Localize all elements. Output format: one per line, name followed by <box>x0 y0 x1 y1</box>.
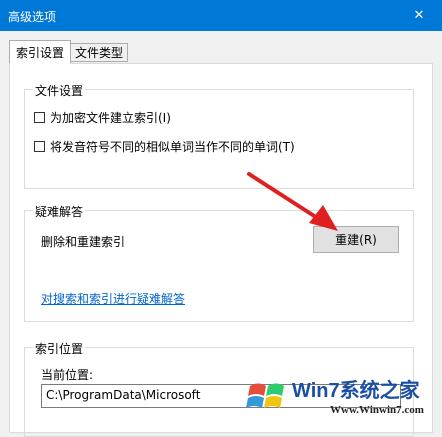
watermark: Win7系统之家 Www.Winwin7.com <box>240 366 440 423</box>
tab-label: 索引设置 <box>15 45 64 60</box>
windows-logo-icon <box>246 383 284 408</box>
watermark-brand: Win7系统之家 <box>292 380 420 402</box>
tab-index-settings[interactable]: 索引设置 <box>9 40 71 64</box>
watermark-url: Www.Winwin7.com <box>330 404 424 416</box>
